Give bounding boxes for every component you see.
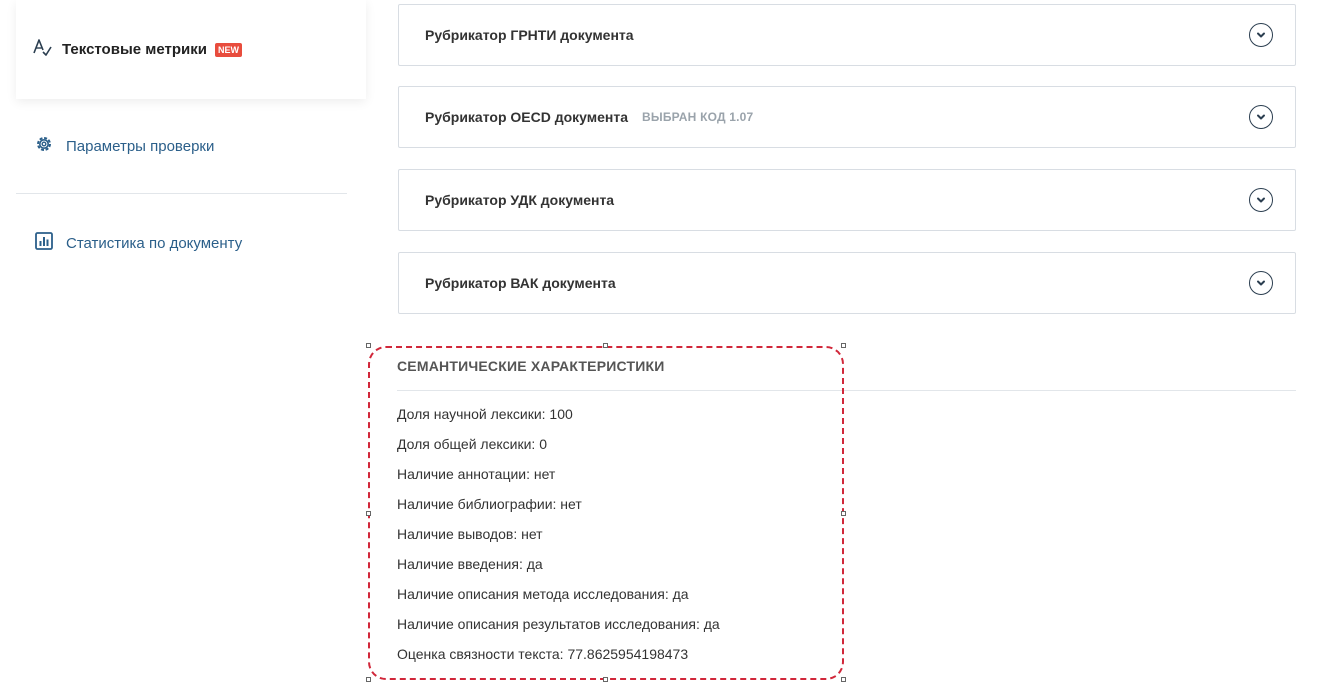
panel-title: Рубрикатор ГРНТИ документа bbox=[425, 27, 634, 43]
chevron-down-icon[interactable] bbox=[1249, 271, 1273, 295]
panel-code: ВЫБРАН КОД 1.07 bbox=[642, 110, 754, 124]
resize-handle[interactable] bbox=[841, 511, 846, 516]
text-metrics-icon bbox=[32, 37, 52, 62]
sidebar-item-label: Параметры проверки bbox=[66, 137, 215, 155]
gear-icon bbox=[34, 134, 54, 158]
panel-title: Рубрикатор OECD документа bbox=[425, 109, 629, 125]
panel-vak[interactable]: Рубрикатор ВАК документа bbox=[398, 252, 1296, 314]
resize-handle[interactable] bbox=[366, 677, 371, 682]
new-badge: NEW bbox=[214, 42, 242, 57]
panel-grnti[interactable]: Рубрикатор ГРНТИ документа bbox=[398, 4, 1296, 66]
resize-handle[interactable] bbox=[366, 343, 371, 348]
sidebar-item-check-params[interactable]: Параметры проверки bbox=[34, 134, 214, 158]
panel-udk[interactable]: Рубрикатор УДК документа bbox=[398, 169, 1296, 231]
panel-oecd[interactable]: Рубрикатор OECD документа ВЫБРАН КОД 1.0… bbox=[398, 86, 1296, 148]
sidebar-item-label: Текстовые метрики bbox=[62, 41, 207, 58]
resize-handle[interactable] bbox=[841, 343, 846, 348]
resize-handle[interactable] bbox=[603, 677, 608, 682]
sidebar-item-text-metrics[interactable]: Текстовые метрики NEW bbox=[16, 0, 366, 99]
selection-highlight bbox=[368, 346, 844, 680]
sidebar-divider bbox=[16, 193, 347, 194]
chevron-down-icon[interactable] bbox=[1249, 105, 1273, 129]
sidebar-item-label: Статистика по документу bbox=[66, 234, 243, 252]
bar-chart-icon bbox=[34, 231, 54, 255]
sidebar-item-statistics[interactable]: Статистика по документу bbox=[34, 231, 242, 255]
panel-title: Рубрикатор ВАК документа bbox=[425, 275, 616, 291]
chevron-down-icon[interactable] bbox=[1249, 188, 1273, 212]
sidebar: Текстовые метрики NEW Параметры проверки… bbox=[0, 0, 366, 684]
chevron-down-icon[interactable] bbox=[1249, 23, 1273, 47]
resize-handle[interactable] bbox=[603, 343, 608, 348]
panel-title: Рубрикатор УДК документа bbox=[425, 192, 615, 208]
resize-handle[interactable] bbox=[841, 677, 846, 682]
resize-handle[interactable] bbox=[366, 511, 371, 516]
